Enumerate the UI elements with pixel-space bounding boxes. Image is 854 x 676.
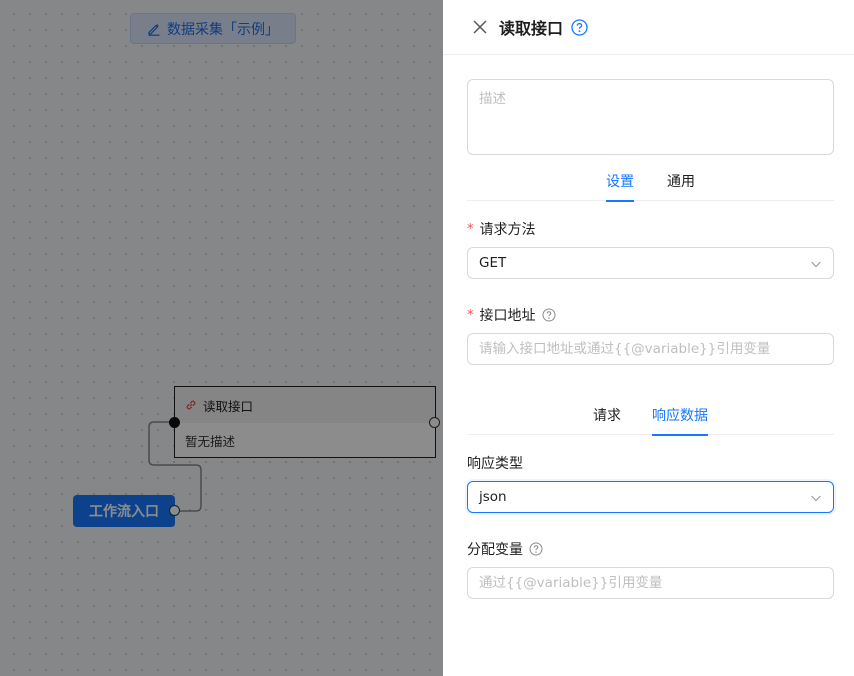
tab-request[interactable]: 请求 — [593, 401, 621, 435]
question-circle-icon[interactable] — [571, 18, 588, 36]
description-textarea[interactable] — [467, 79, 834, 155]
request-method-label-text: 请求方法 — [479, 222, 536, 238]
required-mark: * — [467, 307, 474, 323]
read-api-node[interactable]: 读取接口 暂无描述 — [174, 386, 436, 458]
question-circle-icon[interactable] — [529, 542, 543, 556]
workflow-entry-node[interactable]: 工作流入口 — [73, 495, 175, 527]
endpoint-label-text: 接口地址 — [479, 308, 536, 324]
close-icon — [473, 20, 487, 34]
node-header: 读取接口 — [175, 387, 435, 423]
entry-output-port[interactable] — [169, 505, 180, 516]
endpoint-label: * 接口地址 — [467, 305, 556, 325]
response-type-label-text: 响应类型 — [467, 456, 523, 472]
node-title: 读取接口 — [203, 398, 254, 414]
assign-variable-input[interactable] — [467, 567, 834, 599]
response-type-value: json — [479, 489, 507, 505]
chevron-down-icon — [811, 261, 821, 268]
link-icon — [186, 400, 196, 410]
required-mark: * — [467, 221, 474, 237]
tab-general[interactable]: 通用 — [667, 167, 695, 201]
config-tabs: 设置 通用 — [467, 167, 834, 202]
request-method-select[interactable]: GET — [467, 247, 834, 279]
node-output-port[interactable] — [429, 417, 440, 428]
drawer-header: 读取接口 — [443, 0, 854, 55]
node-input-port[interactable] — [169, 417, 180, 428]
workflow-canvas[interactable]: 数据采集「示例」 读取接口 暂无描述 工作流入口 — [0, 0, 443, 676]
node-description: 暂无描述 — [185, 433, 236, 449]
node-config-drawer: 读取接口 设置 通用 * 请求方法 GET * 接口地址 请求 — [443, 0, 854, 676]
assign-variable-label-text: 分配变量 — [467, 542, 523, 558]
chevron-down-icon — [811, 495, 821, 502]
request-method-label: * 请求方法 — [467, 219, 536, 239]
close-button[interactable] — [471, 18, 489, 36]
response-type-label: 响应类型 — [467, 453, 523, 473]
response-type-select[interactable]: json — [467, 481, 834, 513]
connection-wire — [148, 421, 202, 512]
tab-response-data[interactable]: 响应数据 — [652, 401, 708, 436]
tab-settings[interactable]: 设置 — [606, 167, 634, 202]
question-circle-icon[interactable] — [542, 308, 556, 322]
request-method-value: GET — [479, 255, 507, 271]
endpoint-input[interactable] — [467, 333, 834, 365]
request-response-tabs: 请求 响应数据 — [467, 401, 834, 436]
assign-variable-label: 分配变量 — [467, 539, 543, 559]
drawer-title: 读取接口 — [499, 19, 564, 38]
